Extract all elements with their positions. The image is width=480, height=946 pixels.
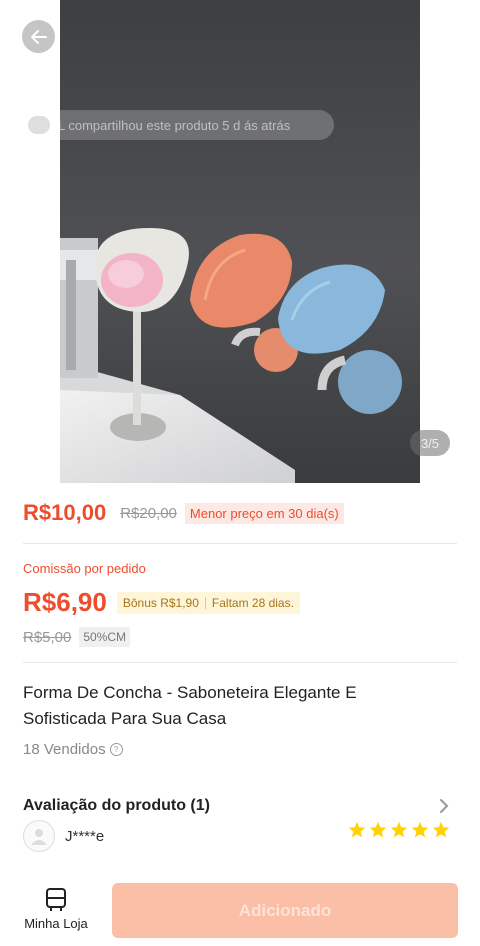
reviewer-row: J****e [23, 820, 104, 852]
product-photo[interactable] [60, 0, 420, 483]
share-avatar [28, 116, 50, 134]
price-row: R$10,00 R$20,00 Menor preço em 30 dia(s) [23, 500, 344, 526]
image-page-indicator: 3/5 [410, 430, 450, 456]
user-icon [31, 829, 47, 845]
share-notification: L compartilhou este produto 5 d ás atrás [22, 110, 334, 140]
commission-rate-badge: 50%CM [79, 627, 131, 647]
sold-count-row: 18 Vendidos ? [23, 741, 123, 758]
star-icon [411, 821, 429, 838]
section-gap [0, 772, 480, 784]
bonus-remaining: Faltam 28 dias. [211, 595, 294, 610]
product-image-carousel[interactable]: L compartilhou este produto 5 d ás atrás… [0, 0, 480, 483]
sold-count: 18 Vendidos [23, 741, 106, 758]
my-shop-button[interactable]: Minha Loja [18, 886, 94, 931]
share-text: L compartilhou este produto 5 d ás atrás [58, 117, 291, 133]
lowest-price-badge: Menor preço em 30 dia(s) [184, 502, 344, 524]
my-shop-label: Minha Loja [24, 916, 88, 931]
soap-dish-photo [60, 0, 420, 483]
star-icon [369, 821, 387, 838]
star-icon [432, 821, 450, 838]
current-price: R$10,00 [23, 500, 107, 525]
product-title: Forma De Concha - Saboneteira Elegante E… [23, 683, 357, 728]
original-commission: R$5,00 [23, 628, 72, 646]
commission-value: R$6,90 [23, 587, 107, 617]
shop-icon [46, 888, 66, 911]
review-section-title[interactable]: Avaliação do produto (1) [23, 797, 210, 815]
info-icon[interactable]: ? [109, 743, 123, 756]
added-button[interactable]: Adicionado [112, 883, 458, 938]
avatar [23, 820, 55, 852]
arrow-left-icon [30, 29, 47, 44]
original-commission-row: R$5,00 50%CM [23, 627, 131, 647]
back-button[interactable] [22, 20, 55, 53]
rating-stars [348, 821, 450, 838]
bonus-amount: Bônus R$1,90 [122, 595, 199, 610]
divider [23, 662, 457, 663]
bonus-badge: Bônus R$1,90 Faltam 28 dias. [116, 591, 300, 614]
original-price: R$20,00 [120, 504, 177, 522]
bonus-separator [204, 596, 206, 609]
reviewer-name: J****e [65, 827, 105, 845]
divider [23, 543, 457, 544]
commission-label: Comissão por pedido [23, 561, 146, 576]
star-icon [390, 821, 408, 838]
commission-row: R$6,90 Bônus R$1,90 Faltam 28 dias. [23, 587, 300, 618]
chevron-right-icon[interactable] [438, 797, 450, 820]
star-icon [348, 821, 366, 838]
